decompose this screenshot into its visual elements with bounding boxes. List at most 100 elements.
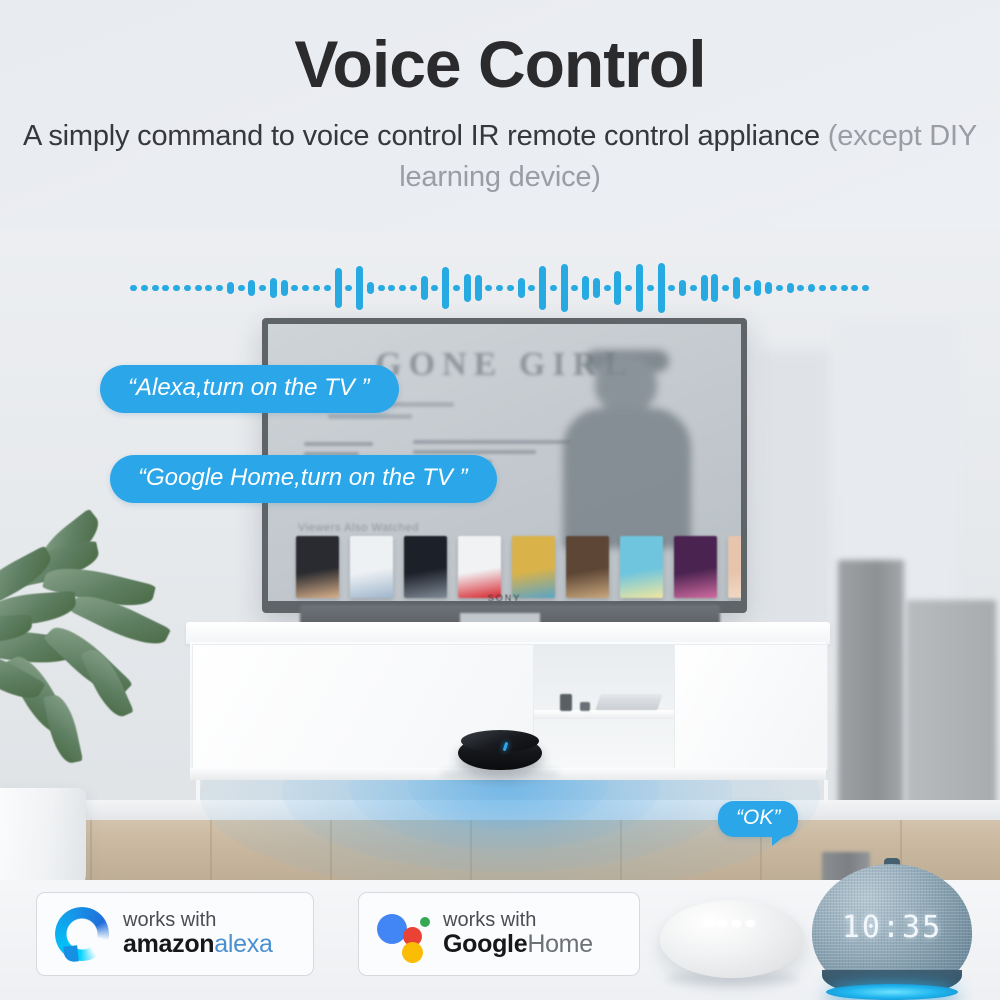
waveform-bar bbox=[679, 280, 687, 296]
waveform-bar bbox=[840, 285, 848, 291]
ir-remote-hub bbox=[458, 730, 542, 774]
waveform-bar bbox=[183, 285, 191, 291]
waveform-bar bbox=[851, 285, 859, 291]
waveform-bar bbox=[291, 285, 299, 291]
waveform-bar bbox=[366, 282, 374, 294]
waveform-bar bbox=[248, 280, 256, 296]
waveform-bar bbox=[700, 275, 708, 301]
tv-poster bbox=[350, 536, 393, 598]
waveform-bar bbox=[528, 285, 536, 291]
waveform-bar bbox=[173, 285, 181, 291]
waveform-bar bbox=[732, 277, 740, 299]
google-assistant-icon bbox=[377, 909, 430, 963]
waveform-bar bbox=[140, 285, 148, 291]
tv-poster bbox=[728, 536, 741, 598]
waveform-bar bbox=[151, 285, 159, 291]
waveform-bar bbox=[603, 285, 611, 291]
alexa-brand-light: alexa bbox=[214, 930, 273, 959]
alexa-brand-bold: amazon bbox=[123, 930, 215, 959]
tv-character-figure bbox=[561, 350, 693, 548]
waveform-bar bbox=[377, 285, 385, 291]
alexa-brand-label: amazonalexa bbox=[123, 931, 273, 958]
grey-cabinet bbox=[906, 600, 996, 810]
plant-pot bbox=[0, 788, 86, 880]
waveform-bar bbox=[269, 278, 277, 298]
waveform-bar bbox=[194, 285, 202, 291]
badge-works-with-google-home[interactable]: works with GoogleHome bbox=[358, 892, 640, 976]
waveform-bar bbox=[743, 285, 751, 291]
waveform-bar bbox=[420, 276, 428, 300]
waveform-bar bbox=[452, 285, 460, 291]
tv-poster-row bbox=[296, 536, 741, 598]
waveform-bar bbox=[862, 285, 870, 291]
waveform-bar bbox=[216, 285, 224, 291]
nest-led-icon bbox=[746, 920, 755, 927]
waveform-bar bbox=[614, 271, 622, 305]
tv-poster bbox=[566, 536, 609, 598]
waveform-bar bbox=[754, 280, 762, 296]
waveform-bar bbox=[668, 285, 676, 291]
waveform-bar bbox=[388, 285, 396, 291]
waveform-bar bbox=[819, 285, 826, 291]
tv-poster bbox=[512, 536, 555, 598]
waveform-bar bbox=[463, 274, 471, 302]
waveform-bar bbox=[226, 282, 234, 294]
waveform-bar bbox=[539, 266, 547, 310]
waveform-bar bbox=[517, 278, 525, 298]
waveform-bar bbox=[571, 285, 579, 291]
amazon-echo-dot: 10:35 bbox=[812, 858, 972, 1000]
waveform-bar bbox=[302, 285, 310, 291]
alexa-works-with-label: works with bbox=[123, 908, 217, 931]
nest-led-icon bbox=[718, 920, 727, 927]
waveform-bar bbox=[399, 285, 407, 291]
waveform-bar bbox=[334, 268, 342, 308]
waveform-bar bbox=[657, 263, 665, 313]
waveform-bar bbox=[829, 285, 837, 291]
tv-stand-right-door bbox=[674, 644, 828, 770]
waveform-bar bbox=[442, 267, 450, 309]
audio-waveform-icon bbox=[130, 258, 870, 318]
waveform-bar bbox=[808, 284, 816, 292]
waveform-bar bbox=[711, 274, 719, 302]
google-works-with-label: works with bbox=[443, 908, 537, 931]
shelf-remote bbox=[560, 694, 572, 711]
wall-panel bbox=[760, 350, 830, 650]
google-nest-mini bbox=[660, 890, 804, 986]
google-brand-bold: Google bbox=[443, 930, 528, 959]
waveform-bar bbox=[356, 266, 364, 310]
room-scene: GONE GIRL Viewers Also Watched SONY bbox=[0, 230, 1000, 880]
waveform-bar bbox=[162, 285, 170, 291]
waveform-bar bbox=[560, 264, 568, 312]
waveform-bar bbox=[582, 276, 590, 300]
waveform-bar bbox=[775, 285, 783, 291]
nest-led-icon bbox=[704, 920, 713, 927]
echo-clock-display: 10:35 bbox=[841, 910, 943, 945]
waveform-bar bbox=[592, 278, 600, 298]
echo-light-ring bbox=[826, 984, 958, 1000]
waveform-bar bbox=[786, 283, 794, 293]
waveform-bar bbox=[409, 285, 417, 291]
waveform-bar bbox=[474, 275, 482, 301]
waveform-bar bbox=[625, 285, 633, 291]
waveform-bar bbox=[345, 285, 353, 291]
nest-led-icon bbox=[732, 920, 741, 927]
google-brand-label: GoogleHome bbox=[443, 931, 593, 958]
tv-poster bbox=[296, 536, 339, 598]
waveform-bar bbox=[431, 285, 439, 291]
header: Voice Control A simply command to voice … bbox=[0, 0, 1000, 230]
badge-works-with-alexa[interactable]: works with amazonalexa bbox=[36, 892, 314, 976]
waveform-bar bbox=[259, 285, 267, 291]
tv-brand-logo: SONY bbox=[487, 593, 522, 601]
waveform-bar bbox=[722, 285, 730, 291]
speech-bubble-google: “Google Home,turn on the TV ” bbox=[110, 455, 498, 503]
waveform-bar bbox=[646, 285, 654, 291]
tv-poster bbox=[620, 536, 663, 598]
page-subtitle: A simply command to voice control IR rem… bbox=[0, 100, 1000, 198]
shelf-tray bbox=[595, 694, 663, 710]
waveform-bar bbox=[323, 285, 331, 291]
waveform-bar bbox=[237, 285, 245, 291]
waveform-bar bbox=[689, 285, 697, 291]
waveform-bar bbox=[205, 285, 213, 291]
tv-poster bbox=[458, 536, 501, 598]
tv-poster bbox=[404, 536, 447, 598]
